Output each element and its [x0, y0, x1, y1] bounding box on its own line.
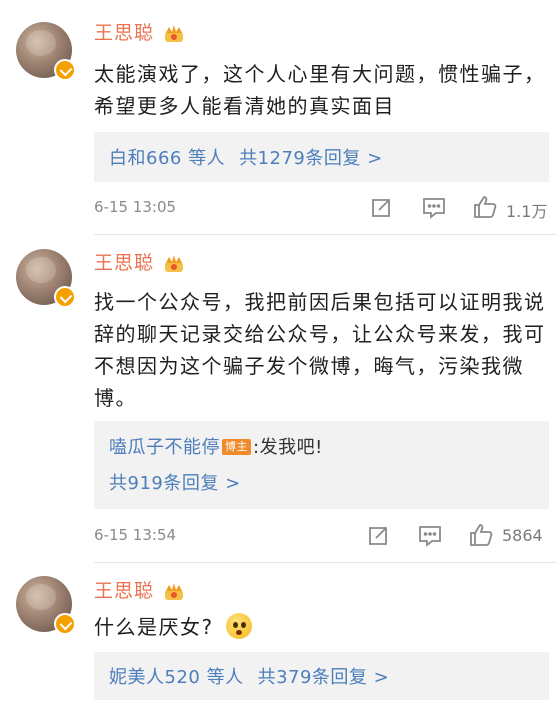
comment-icon[interactable] — [417, 524, 443, 548]
timestamp: 6-15 13:05 — [94, 198, 177, 216]
like-count: 1.1万 — [506, 202, 548, 221]
crown-icon — [165, 255, 183, 272]
username[interactable]: 王思聪 — [94, 576, 154, 603]
username[interactable]: 王思聪 — [94, 18, 154, 45]
avatar[interactable] — [16, 576, 76, 635]
crown-icon — [165, 583, 183, 600]
verified-badge-icon — [54, 59, 76, 81]
reply-text: :发我吧! — [253, 437, 323, 458]
comment-icon[interactable] — [421, 196, 447, 220]
reply-summary[interactable]: 白和666 等人 共1279条回复 > — [94, 132, 549, 182]
avatar[interactable] — [16, 22, 76, 81]
verified-badge-icon — [54, 286, 76, 308]
reply-count-link[interactable]: 共379条回复 > — [258, 667, 390, 688]
divider — [94, 234, 557, 235]
reply-users[interactable]: 妮美人520 等人 — [109, 667, 244, 688]
comment-text: 什么是厌女? — [94, 615, 214, 639]
reply-preview[interactable]: 嗑瓜子不能停 博主:发我吧! 共919条回复 > — [94, 421, 549, 509]
reply-count-link[interactable]: 共1279条回复 > — [239, 148, 383, 169]
reply-username[interactable]: 嗑瓜子不能停 — [109, 437, 220, 458]
share-icon[interactable] — [366, 524, 390, 548]
reply-count-link[interactable]: 共919条回复 > — [109, 473, 241, 494]
divider — [94, 562, 557, 563]
reply-summary[interactable]: 妮美人520 等人 共379条回复 > — [94, 652, 549, 700]
reply-users[interactable]: 白和666 等人 — [109, 148, 225, 169]
share-icon[interactable] — [369, 196, 393, 220]
comment-text-row: 什么是厌女? — [94, 611, 549, 643]
timestamp: 6-15 13:54 — [94, 526, 177, 544]
username[interactable]: 王思聪 — [94, 248, 154, 275]
avatar[interactable] — [16, 249, 76, 308]
like-icon[interactable] — [468, 522, 494, 548]
comment-text: 找一个公众号，我把前因后果包括可以证明我说辞的聊天记录交给公众号，让公众号来发，… — [94, 290, 546, 410]
like-icon[interactable] — [472, 194, 498, 220]
crown-icon — [165, 25, 183, 42]
author-tag: 博主 — [222, 439, 251, 455]
like-count: 5864 — [502, 526, 543, 545]
surprised-emoji-icon — [225, 613, 252, 639]
comment-text: 太能演戏了，这个人心里有大问题，惯性骗子，希望更多人能看清她的真实面目 — [94, 62, 546, 118]
verified-badge-icon — [54, 613, 76, 635]
